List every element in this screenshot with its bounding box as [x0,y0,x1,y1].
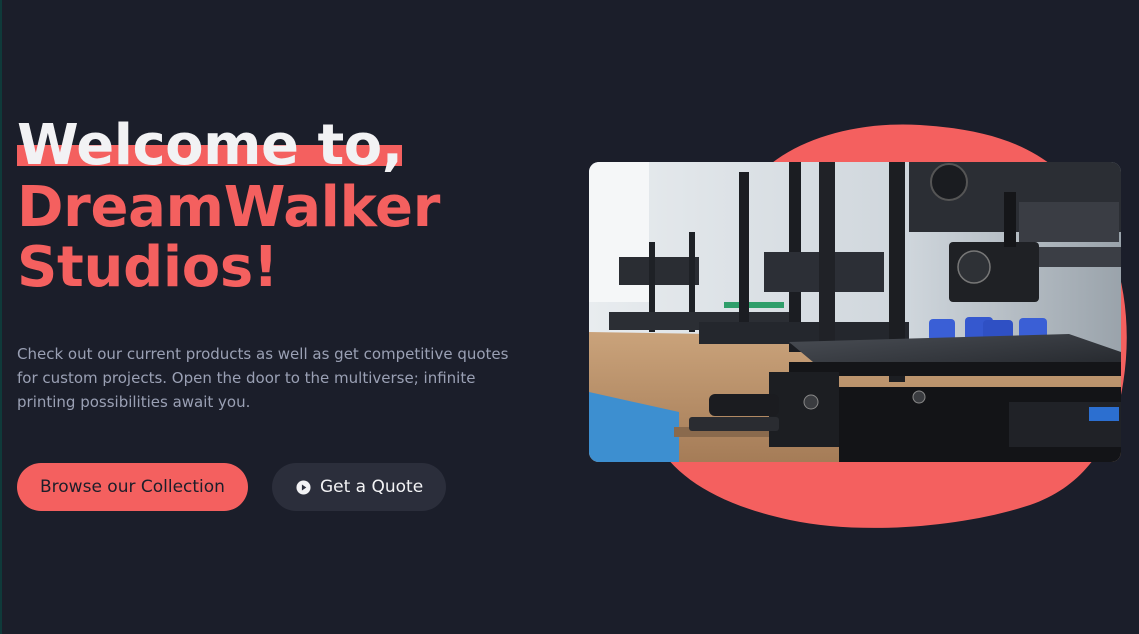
browse-collection-button[interactable]: Browse our Collection [17,463,248,511]
hero-description: Check out our current products as well a… [17,345,509,411]
cta-buttons: Browse our Collection Get a Quote [17,463,447,511]
brand-name-line1: DreamWalker [17,175,441,240]
get-quote-button[interactable]: Get a Quote [271,463,447,511]
printer-photo-illustration [589,162,1121,462]
play-circle-icon [296,479,311,495]
hero-image-3d-printers [589,162,1121,462]
hero-text-block: Welcome to, DreamWalker Studios! Check o… [17,112,557,414]
get-quote-label: Get a Quote [319,477,424,497]
welcome-heading: Welcome to, [17,112,403,180]
brand-name-line2: Studios! [17,235,279,300]
welcome-text: Welcome to, [17,113,403,178]
hero-section: Welcome to, DreamWalker Studios! Check o… [0,0,1139,634]
